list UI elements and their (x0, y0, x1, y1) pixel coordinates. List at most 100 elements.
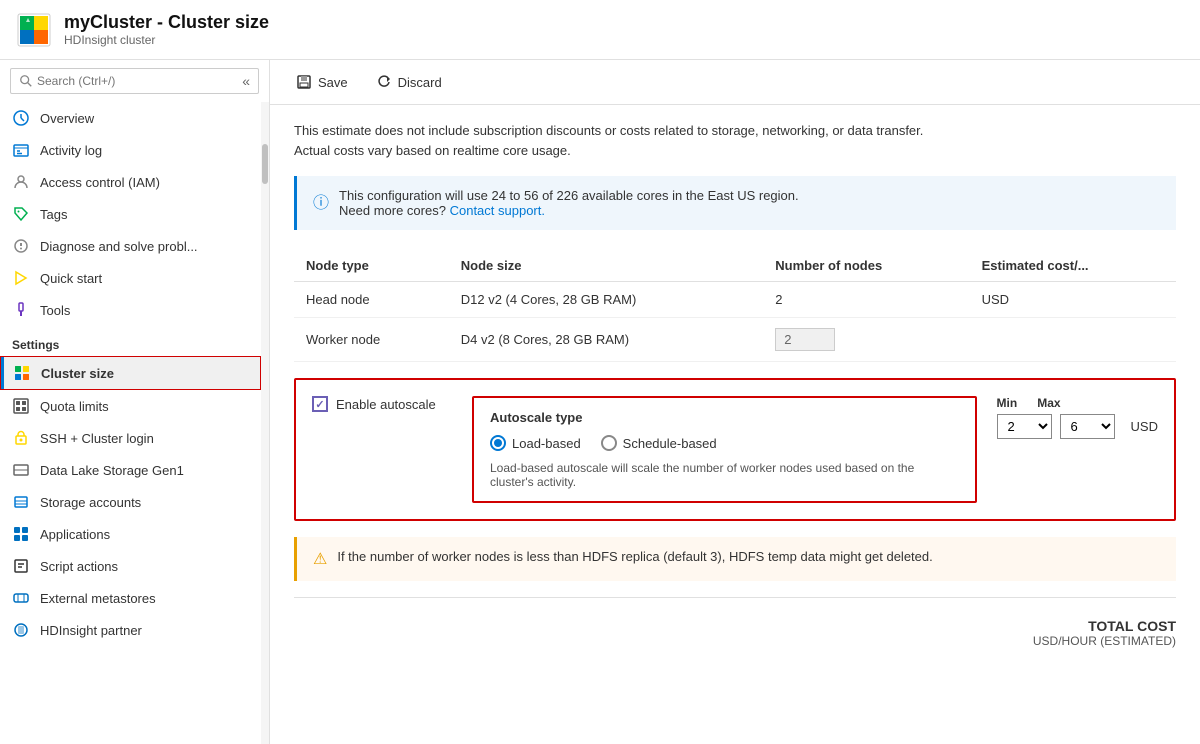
page-subtitle: HDInsight cluster (64, 33, 269, 47)
nodes-table: Node type Node size Number of nodes Esti… (294, 250, 1176, 362)
enable-autoscale-label: Enable autoscale (336, 397, 436, 412)
sidebar-item-hdinsight-partner[interactable]: HDInsight partner (0, 614, 261, 646)
save-button[interactable]: Save (290, 70, 354, 94)
sidebar-label-quota: Quota limits (40, 399, 109, 414)
col-node-size: Node size (449, 250, 764, 282)
sidebar-label-diagnose: Diagnose and solve probl... (40, 239, 198, 254)
app-header: myCluster - Cluster size HDInsight clust… (0, 0, 1200, 60)
min-max-inputs: 2 3 4 6 7 8 USD (997, 414, 1158, 439)
enable-autoscale-group: Enable autoscale (312, 396, 452, 412)
banner-text: This configuration will use 24 to 56 of … (339, 188, 799, 203)
min-max-labels: Min Max (997, 396, 1061, 410)
table-row-head: Head node D12 v2 (4 Cores, 28 GB RAM) 2 … (294, 282, 1176, 318)
sidebar-label-ssh: SSH + Cluster login (40, 431, 154, 446)
sidebar-item-external-metastores[interactable]: External metastores (0, 582, 261, 614)
cluster-icon (13, 364, 31, 382)
save-label: Save (318, 75, 348, 90)
tags-icon (12, 205, 30, 223)
main-content: Save Discard This estimate does not incl… (270, 60, 1200, 744)
sidebar-label-quickstart: Quick start (40, 271, 102, 286)
sidebar-scrollbar[interactable] (261, 102, 269, 744)
sidebar-label-partner: HDInsight partner (40, 623, 142, 638)
warning-text: If the number of worker nodes is less th… (337, 549, 932, 564)
worker-cost (970, 318, 1176, 362)
min-value-select[interactable]: 2 3 4 (997, 414, 1052, 439)
quickstart-icon (12, 269, 30, 287)
collapse-icon[interactable]: « (242, 73, 250, 89)
sidebar-item-access-control[interactable]: Access control (IAM) (0, 166, 261, 198)
worker-node-type: Worker node (294, 318, 449, 362)
sidebar-item-applications[interactable]: Applications (0, 518, 261, 550)
sidebar-label-cluster-size: Cluster size (41, 366, 114, 381)
max-label: Max (1037, 396, 1060, 410)
activity-icon (12, 141, 30, 159)
sidebar-label-storage: Storage accounts (40, 495, 141, 510)
warning-banner: ⚠ If the number of worker nodes is less … (294, 537, 1176, 581)
sidebar-item-activity-log[interactable]: Activity log (0, 134, 261, 166)
total-cost-label: TOTAL COST (294, 618, 1176, 634)
sidebar-item-cluster-size[interactable]: Cluster size (0, 356, 261, 390)
sidebar-item-tools[interactable]: Tools (0, 294, 261, 326)
head-node-type: Head node (294, 282, 449, 318)
toolbar: Save Discard (270, 60, 1200, 105)
sidebar-label-tools: Tools (40, 303, 70, 318)
app-icon (16, 12, 52, 48)
sidebar-label-activity-log: Activity log (40, 143, 102, 158)
discard-label: Discard (398, 75, 442, 90)
diagnose-icon (12, 237, 30, 255)
access-icon (12, 173, 30, 191)
autoscale-type-box: Autoscale type Load-based Schedule-based… (472, 396, 977, 503)
table-row-worker: Worker node D4 v2 (8 Cores, 28 GB RAM) (294, 318, 1176, 362)
worker-node-size: D4 v2 (8 Cores, 28 GB RAM) (449, 318, 764, 362)
tools-icon (12, 301, 30, 319)
script-icon (12, 557, 30, 575)
sidebar-item-ssh[interactable]: SSH + Cluster login (0, 422, 261, 454)
sidebar-item-datalake[interactable]: Data Lake Storage Gen1 (0, 454, 261, 486)
contact-support-link[interactable]: Contact support. (450, 203, 545, 218)
discard-button[interactable]: Discard (370, 70, 448, 94)
datalake-icon (12, 461, 30, 479)
overview-icon (12, 109, 30, 127)
applications-icon (12, 525, 30, 543)
max-value-select[interactable]: 6 7 8 (1060, 414, 1115, 439)
col-cost: Estimated cost/... (970, 250, 1176, 282)
sidebar-item-tags[interactable]: Tags (0, 198, 261, 230)
info-line2: Actual costs vary based on realtime core… (294, 143, 571, 158)
radio-load-based[interactable]: Load-based (490, 435, 581, 451)
info-line1: This estimate does not include subscript… (294, 123, 923, 138)
info-circle-icon: ⓘ (313, 189, 329, 213)
enable-autoscale-checkbox[interactable] (312, 396, 328, 412)
autoscale-radio-group: Load-based Schedule-based (490, 435, 959, 451)
sidebar-item-diagnose[interactable]: Diagnose and solve probl... (0, 230, 261, 262)
autoscale-section: Enable autoscale Autoscale type Load-bas… (294, 378, 1176, 521)
search-box[interactable]: « (10, 68, 259, 94)
col-num-nodes: Number of nodes (763, 250, 969, 282)
total-cost-section: TOTAL COST USD/HOUR (ESTIMATED) (294, 614, 1176, 652)
sidebar-item-overview[interactable]: Overview (0, 102, 261, 134)
head-node-size: D12 v2 (4 Cores, 28 GB RAM) (449, 282, 764, 318)
discard-icon (376, 74, 392, 90)
sidebar-label-tags: Tags (40, 207, 67, 222)
search-icon (19, 74, 33, 88)
radio-load-selected (490, 435, 506, 451)
min-max-section: Min Max 2 3 4 6 7 8 (997, 396, 1158, 439)
radio-schedule-label: Schedule-based (623, 436, 717, 451)
sidebar-item-script-actions[interactable]: Script actions (0, 550, 261, 582)
radio-load-label: Load-based (512, 436, 581, 451)
search-input[interactable] (37, 74, 238, 88)
worker-nodes-input[interactable] (775, 328, 835, 351)
sidebar-label-datalake: Data Lake Storage Gen1 (40, 463, 184, 478)
sidebar-item-quota[interactable]: Quota limits (0, 390, 261, 422)
col-node-type: Node type (294, 250, 449, 282)
total-cost-sub: USD/HOUR (ESTIMATED) (294, 634, 1176, 648)
sidebar-label-applications: Applications (40, 527, 110, 542)
sidebar-label-external: External metastores (40, 591, 156, 606)
quota-icon (12, 397, 30, 415)
external-icon (12, 589, 30, 607)
radio-schedule-based[interactable]: Schedule-based (601, 435, 717, 451)
sidebar-item-quick-start[interactable]: Quick start (0, 262, 261, 294)
save-icon (296, 74, 312, 90)
sidebar-item-storage[interactable]: Storage accounts (0, 486, 261, 518)
storage-icon (12, 493, 30, 511)
partner-icon (12, 621, 30, 639)
